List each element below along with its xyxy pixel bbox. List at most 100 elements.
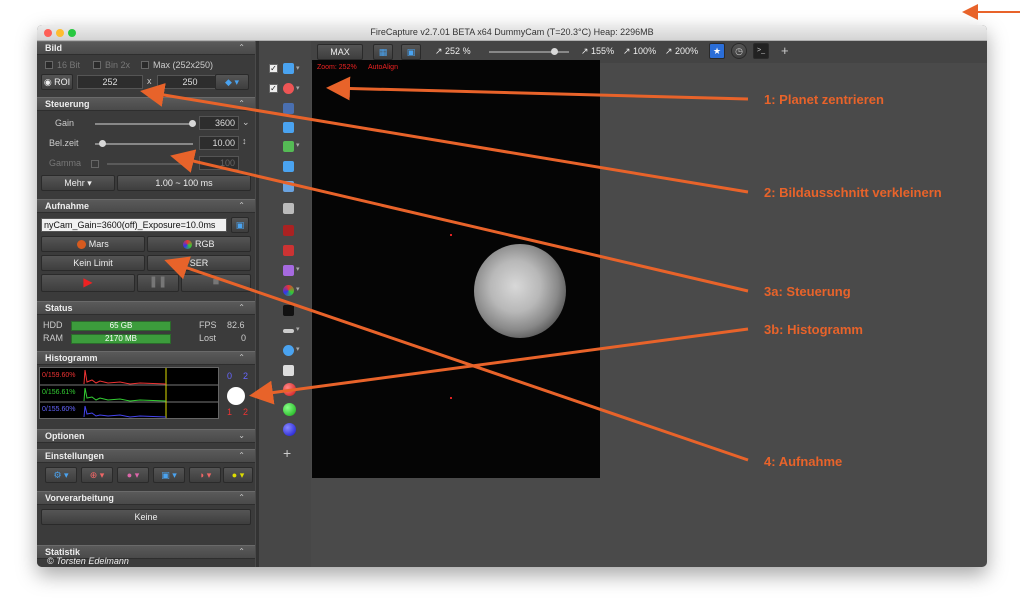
barcode-icon[interactable] (283, 365, 294, 376)
record-pause-button[interactable]: ❚❚ (137, 274, 179, 292)
settings-focus-button[interactable]: ⚙ ▾ (45, 467, 77, 483)
color-mode-button[interactable]: RGB (147, 236, 251, 252)
record-video-icon[interactable] (283, 245, 294, 256)
gamma-value-field[interactable]: 100 (199, 156, 239, 170)
color-wheel-icon[interactable] (283, 285, 294, 296)
filename-field[interactable]: nyCam_Gain=3600(off)_Exposure=10.0ms (41, 218, 227, 232)
color-wheel-dropdown-icon[interactable]: ▾ (296, 285, 300, 293)
planet-selector-icon[interactable] (283, 345, 294, 356)
settings-target-button[interactable]: ⊕ ▾ (81, 467, 113, 483)
zoom-100-button[interactable]: ↗ 100% (623, 46, 656, 57)
exposure-value-field[interactable]: 10.00 (199, 136, 239, 150)
zoom-200-button[interactable]: ↗ 200% (665, 46, 698, 57)
record-stop-button[interactable]: ■ (181, 274, 251, 292)
section-title: Status (45, 303, 73, 313)
max-checkbox[interactable] (141, 61, 149, 69)
mehr-dropdown[interactable]: Mehr ▾ (41, 175, 115, 191)
gamma-checkbox[interactable] (91, 160, 99, 168)
crosshair-icon[interactable] (283, 83, 294, 94)
annotation-1: 1: Planet zentrieren (764, 92, 884, 107)
planet-selector-dropdown-icon[interactable]: ▾ (296, 345, 300, 353)
filter-button[interactable]: Mars (41, 236, 145, 252)
section-steuerung-header[interactable]: Steuerung ⌃ (37, 97, 255, 111)
16bit-checkbox[interactable] (45, 61, 53, 69)
fit-window-icon[interactable]: ▦ (373, 44, 393, 60)
exposure-stepper-icon[interactable]: ↕ (242, 136, 247, 146)
section-histogramm-header[interactable]: Histogramm ⌃ (37, 351, 255, 365)
run-icon[interactable]: ★ (709, 43, 725, 59)
histogram-overlay-checkbox[interactable]: ✓ (269, 64, 278, 73)
exposure-slider[interactable] (95, 143, 193, 145)
gamma-slider[interactable] (107, 163, 193, 165)
settings-color-button[interactable]: ● ▾ (117, 467, 149, 483)
section-bild-header[interactable]: Bild ⌃ (37, 41, 255, 55)
record-start-button[interactable]: ▶ (41, 274, 135, 292)
gain-value-field[interactable]: 3600 (199, 116, 239, 130)
collapse-icon[interactable]: ⌃ (238, 451, 245, 460)
annotation-3a: 3a: Steuerung (764, 284, 851, 299)
settings-telescope-button[interactable]: ◑ ▾ (189, 467, 221, 483)
image-viewer[interactable]: Zoom: 252% AutoAlign (312, 60, 600, 478)
settings-light-button[interactable]: ● ▾ (223, 467, 253, 483)
roi-width-field[interactable]: 252 (77, 75, 143, 89)
section-status-header[interactable]: Status ⌃ (37, 301, 255, 315)
bin2x-checkbox[interactable] (93, 61, 101, 69)
capture-limit-button[interactable]: Kein Limit (41, 255, 145, 271)
section-aufnahme-header[interactable]: Aufnahme ⌃ (37, 199, 255, 213)
palette-icon[interactable] (283, 265, 294, 276)
section-optionen-header[interactable]: Optionen ⌄ (37, 429, 255, 443)
red-channel-icon[interactable] (283, 383, 296, 396)
gain-slider[interactable] (95, 123, 193, 125)
collapse-icon[interactable]: ⌃ (238, 547, 245, 556)
terminal-icon[interactable]: >_ (753, 43, 769, 59)
exposure-range-button[interactable]: 1.00 ~ 100 ms (117, 175, 251, 191)
green-channel-icon[interactable] (283, 403, 296, 416)
zoom-155-button[interactable]: ↗ 155% (581, 46, 614, 57)
histogram-tool-icon[interactable] (283, 63, 294, 74)
blue-channel-icon[interactable] (283, 423, 296, 436)
collapse-icon[interactable]: ⌃ (238, 493, 245, 502)
detect-tool-icon[interactable] (283, 141, 294, 152)
collapse-icon[interactable]: ⌃ (238, 353, 245, 362)
dark-frame-icon[interactable] (283, 225, 294, 236)
settings-file-button[interactable]: ▣ ▾ (153, 467, 185, 483)
section-title: Vorverarbeitung (45, 493, 114, 503)
roi-height-field[interactable]: 250 (157, 75, 223, 89)
expand-icon[interactable]: ⌄ (238, 431, 245, 440)
file-format-button[interactable]: SER (147, 255, 251, 271)
collapse-icon[interactable]: ⌃ (238, 303, 245, 312)
collapse-icon[interactable]: ⌃ (238, 43, 245, 52)
zoom-100-label: 100% (633, 46, 657, 56)
gain-stepper-icon[interactable]: ⌄ (242, 117, 250, 128)
exposure-slider-knob[interactable] (99, 140, 106, 147)
trash-icon[interactable] (283, 203, 294, 214)
center-planet-checkbox[interactable]: ✓ (269, 84, 278, 93)
palette-dropdown-icon[interactable]: ▾ (296, 265, 300, 273)
histogram-tool-dropdown-icon[interactable]: ▾ (296, 64, 300, 72)
black-frame-icon[interactable] (283, 305, 294, 316)
crosshair-dropdown-icon[interactable]: ▾ (296, 84, 300, 92)
zoom-percent-value: 252 % (445, 46, 471, 56)
fullscreen-icon[interactable]: ▣ (401, 44, 421, 60)
add-button[interactable]: + (781, 43, 789, 58)
max-zoom-button[interactable]: MAX (317, 44, 363, 60)
collapse-icon[interactable]: ⌃ (238, 99, 245, 108)
focus-tool-icon[interactable] (283, 103, 294, 114)
zoom-slider-knob[interactable] (551, 48, 558, 55)
section-einstellungen-header[interactable]: Einstellungen ⌃ (37, 449, 255, 463)
add-tool-icon[interactable]: + (283, 445, 291, 461)
folder-icon[interactable] (283, 181, 294, 192)
gain-slider-knob[interactable] (189, 120, 196, 127)
section-vorverarbeitung-header[interactable]: Vorverarbeitung ⌃ (37, 491, 255, 505)
timer-icon[interactable]: ◷ (731, 43, 747, 59)
align-tool-icon[interactable] (283, 122, 294, 133)
roi-radio[interactable]: ◉ ROI (41, 74, 73, 90)
line-tool-dropdown-icon[interactable]: ▾ (296, 325, 300, 333)
roi-preset-dropdown[interactable]: ◆ ▾ (215, 74, 249, 90)
detect-dropdown-icon[interactable]: ▾ (296, 141, 300, 149)
line-tool-icon[interactable] (283, 329, 294, 333)
collapse-icon[interactable]: ⌃ (238, 201, 245, 210)
preprocessing-button[interactable]: Keine (41, 509, 251, 525)
snapshot-icon[interactable] (283, 161, 294, 172)
open-folder-icon[interactable]: ▣ (231, 217, 249, 233)
